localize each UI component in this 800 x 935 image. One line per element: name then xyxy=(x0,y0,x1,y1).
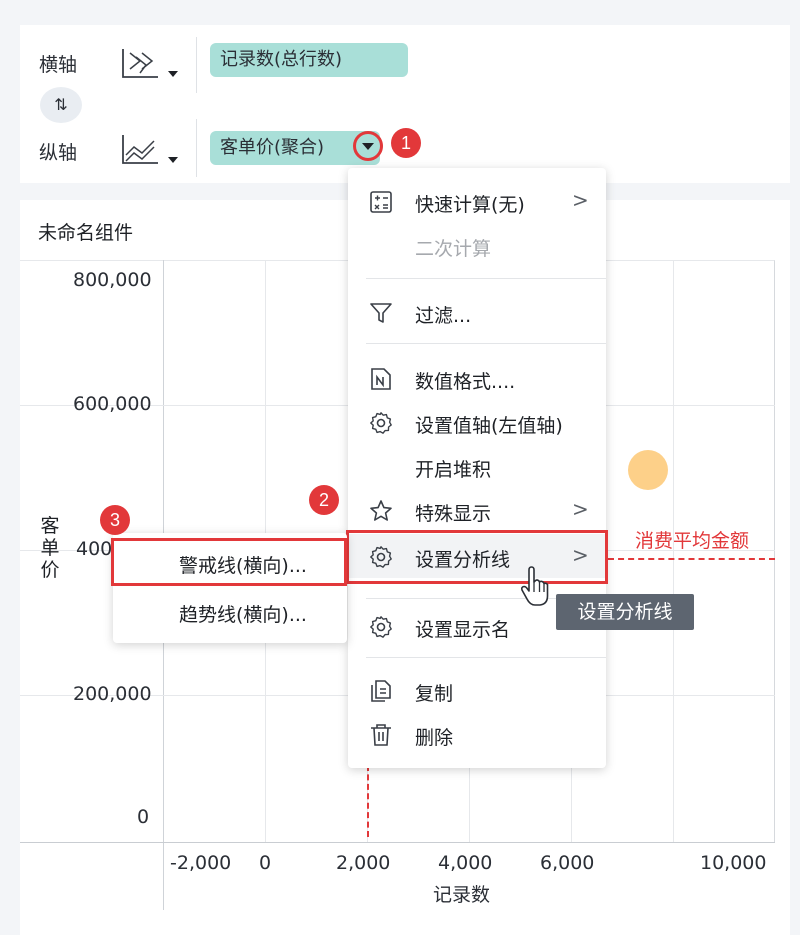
menu-item-value-axis[interactable]: 设置值轴(左值轴) xyxy=(348,400,606,444)
filter-icon xyxy=(369,301,393,325)
highlight-analysis-line xyxy=(346,530,608,584)
step-badge-1: 1 xyxy=(391,128,421,158)
step-badge-2: 2 xyxy=(309,485,339,515)
scatter-chart-icon[interactable] xyxy=(120,47,184,81)
menu-item-stack[interactable]: 开启堆积 xyxy=(348,444,606,488)
menu-item-secondary-calc: 二次计算 xyxy=(415,238,492,260)
menu-item-number-format[interactable]: 数值格式.... xyxy=(348,356,606,400)
caret-down-icon xyxy=(362,143,374,150)
x-axis-title: 记录数 xyxy=(433,884,491,906)
y-tick-label: 600,000 xyxy=(73,393,152,415)
field-context-menu: 快速计算(无) > 二次计算 过滤... 数值格式.... 设置值轴(左值轴) … xyxy=(348,168,606,768)
y-tick-label: 200,000 xyxy=(73,683,152,705)
menu-item-copy[interactable]: 复制 xyxy=(348,668,606,712)
x-tick-label: 4,000 xyxy=(438,852,493,874)
x-tick-label: 2,000 xyxy=(336,852,391,874)
chevron-right-icon: > xyxy=(572,497,589,521)
scatter-point[interactable] xyxy=(628,450,668,490)
star-icon xyxy=(369,499,393,523)
gear-icon xyxy=(369,615,393,639)
axes-panel: 横轴 记录数(总行数) ⇅ 纵轴 客单价(聚合) 1 xyxy=(20,25,790,183)
field-dropdown-trigger[interactable] xyxy=(353,131,383,161)
menu-item-special-display[interactable]: 特殊显示 > xyxy=(348,488,606,532)
hand-cursor-icon xyxy=(520,566,550,608)
reference-line-label: 消费平均金额 xyxy=(635,530,750,552)
tooltip: 设置分析线 xyxy=(556,594,694,630)
number-format-icon xyxy=(369,367,393,391)
step-badge-3: 3 xyxy=(100,505,130,535)
menu-item-quick-calc[interactable]: 快速计算(无) > xyxy=(348,179,606,223)
x-tick-label: 6,000 xyxy=(540,852,595,874)
reference-line-vertical xyxy=(367,765,369,837)
highlight-warning-line xyxy=(111,538,347,586)
vertical-field-label: 客单价(聚合) xyxy=(220,137,325,158)
line-chart-icon[interactable] xyxy=(120,133,184,167)
trash-icon xyxy=(369,723,393,747)
copy-icon xyxy=(369,679,393,703)
y-tick-label: 0 xyxy=(137,806,150,828)
x-tick-label: -2,000 xyxy=(170,852,232,874)
gear-icon xyxy=(369,411,393,435)
submenu-item-trend-line[interactable]: 趋势线(横向)... xyxy=(113,589,347,633)
chevron-right-icon: > xyxy=(572,188,589,212)
y-tick-label: 400 xyxy=(76,538,113,560)
swap-vertical-icon: ⇅ xyxy=(54,95,68,114)
menu-item-filter[interactable]: 过滤... xyxy=(348,290,606,334)
menu-divider xyxy=(366,657,606,658)
menu-divider xyxy=(366,343,606,344)
axis-divider xyxy=(196,37,197,93)
y-tick-label: 800,000 xyxy=(73,269,152,291)
horizontal-field-pill[interactable]: 记录数(总行数) xyxy=(210,43,408,77)
y-axis-title: 客单价 xyxy=(40,515,60,581)
vertical-axis-label: 纵轴 xyxy=(39,142,78,164)
x-tick-label: 0 xyxy=(259,852,272,874)
menu-item-delete[interactable]: 删除 xyxy=(348,712,606,756)
menu-divider xyxy=(366,278,606,279)
horizontal-axis-label: 横轴 xyxy=(39,54,78,76)
component-title: 未命名组件 xyxy=(38,222,134,244)
calculator-icon xyxy=(369,190,393,214)
swap-axes-button[interactable]: ⇅ xyxy=(40,87,82,123)
x-axis-line xyxy=(20,842,775,843)
x-tick-label: 10,000 xyxy=(700,852,767,874)
reference-line-horizontal xyxy=(608,558,775,560)
axis-divider xyxy=(196,119,197,177)
